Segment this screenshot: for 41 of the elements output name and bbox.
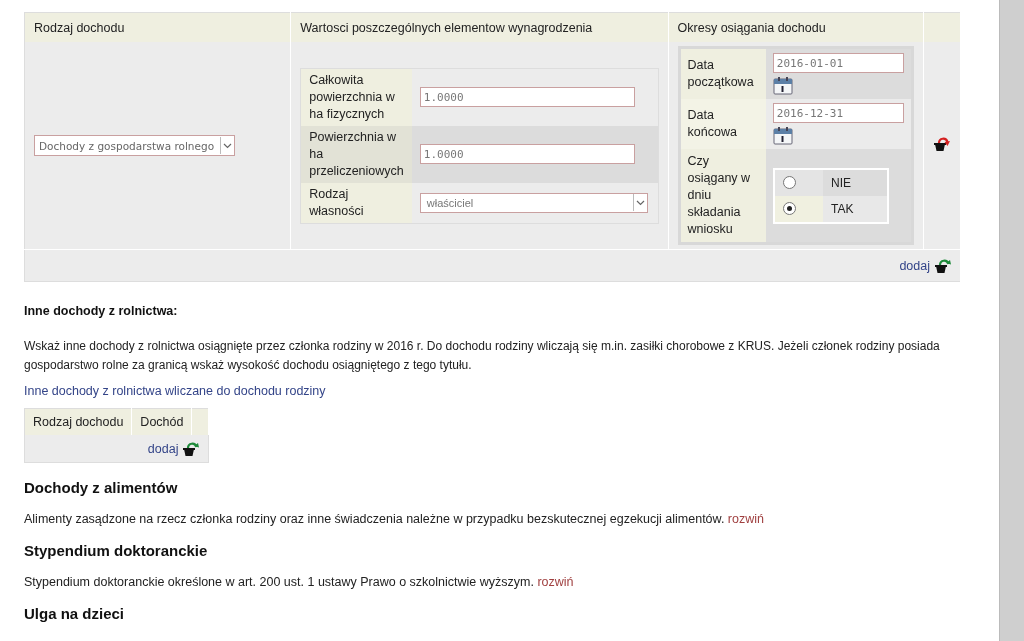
field-label: Powierzchnia w ha przeliczeniowych [309, 129, 404, 178]
field-label: Data końcowa [687, 108, 737, 139]
section-heading: Dochody z alimentów [24, 479, 179, 496]
add-icon[interactable] [182, 440, 201, 457]
radio-button[interactable] [782, 176, 796, 189]
expand-link[interactable]: rozwiń [727, 512, 764, 526]
section-heading: Stypendium doktoranckie [24, 542, 209, 559]
radio-button[interactable] [782, 202, 796, 215]
calendar-icon[interactable] [772, 76, 793, 95]
caret-icon [223, 142, 233, 149]
radio-label: TAK [831, 201, 854, 216]
column-header: Wartosci poszczególnych elementow wynagrodzenia [290, 12, 669, 42]
delete-icon[interactable] [932, 136, 951, 152]
description-text: Wskaż inne dochody z rolnictwa osiągnięte przez członka rodziny w 2016 r. Do dochodu rodziny wliczają się m.in. zasiłki chorobowe z KRUS. Jeżeli członek rodziny posiada gospodarstwo rolne za granicą wskaż wysokość dochodu osiągniętego z tego tytułu. [24, 338, 941, 374]
scrollbar[interactable] [999, 0, 1024, 641]
field-label: Całkowita powierzchnia w ha fizycznych [309, 72, 395, 121]
input-field[interactable]: 1.0000 [419, 87, 635, 107]
calendar-icon[interactable] [772, 126, 793, 145]
radio-label: NIE [831, 175, 852, 190]
column-header: Rodzaj dochodu [24, 408, 132, 435]
add-link[interactable]: dodaj [147, 440, 201, 457]
column-header: Okresy osiągania dochodu [668, 12, 924, 42]
field-label: Data początkowa [687, 58, 754, 89]
section-heading: Inne dochody z rolnictwa: [24, 304, 179, 318]
date-field[interactable]: 2016-12-31 [772, 103, 904, 123]
date-field[interactable]: 2016-01-01 [772, 53, 904, 73]
caret-icon [635, 199, 645, 206]
income-type-select[interactable]: Dochody z gospodarstwa rolnego [34, 135, 236, 156]
section-heading: Ulga na dzieci [24, 605, 126, 622]
add-link[interactable]: dodaj [899, 257, 952, 274]
section-link[interactable]: Inne dochody z rolnictwa wliczane do dochodu rodziny [24, 384, 326, 398]
add-icon[interactable] [934, 257, 952, 274]
expand-link[interactable]: rozwiń [537, 575, 574, 589]
field-label: Czy osiągany w dniu składania wniosku [687, 154, 751, 236]
ownership-select[interactable]: właściciel [419, 192, 648, 213]
column-header: Rodzaj dochodu [24, 12, 291, 42]
section-text: Alimenty zasądzone na rzecz członka rodziny oraz inne świadczenia należne w przypadku bezskutecznej egzekucji alimentów. rozwiń [24, 512, 765, 526]
section-text: Stypendium doktoranckie określone w art. 200 ust. 1 ustawy Prawo o szkolnictwie wyższym. rozwiń [24, 575, 575, 589]
input-field[interactable]: 1.0000 [419, 144, 635, 164]
column-header: Dochód [131, 408, 192, 435]
field-label: Rodzaj własności [309, 186, 364, 218]
